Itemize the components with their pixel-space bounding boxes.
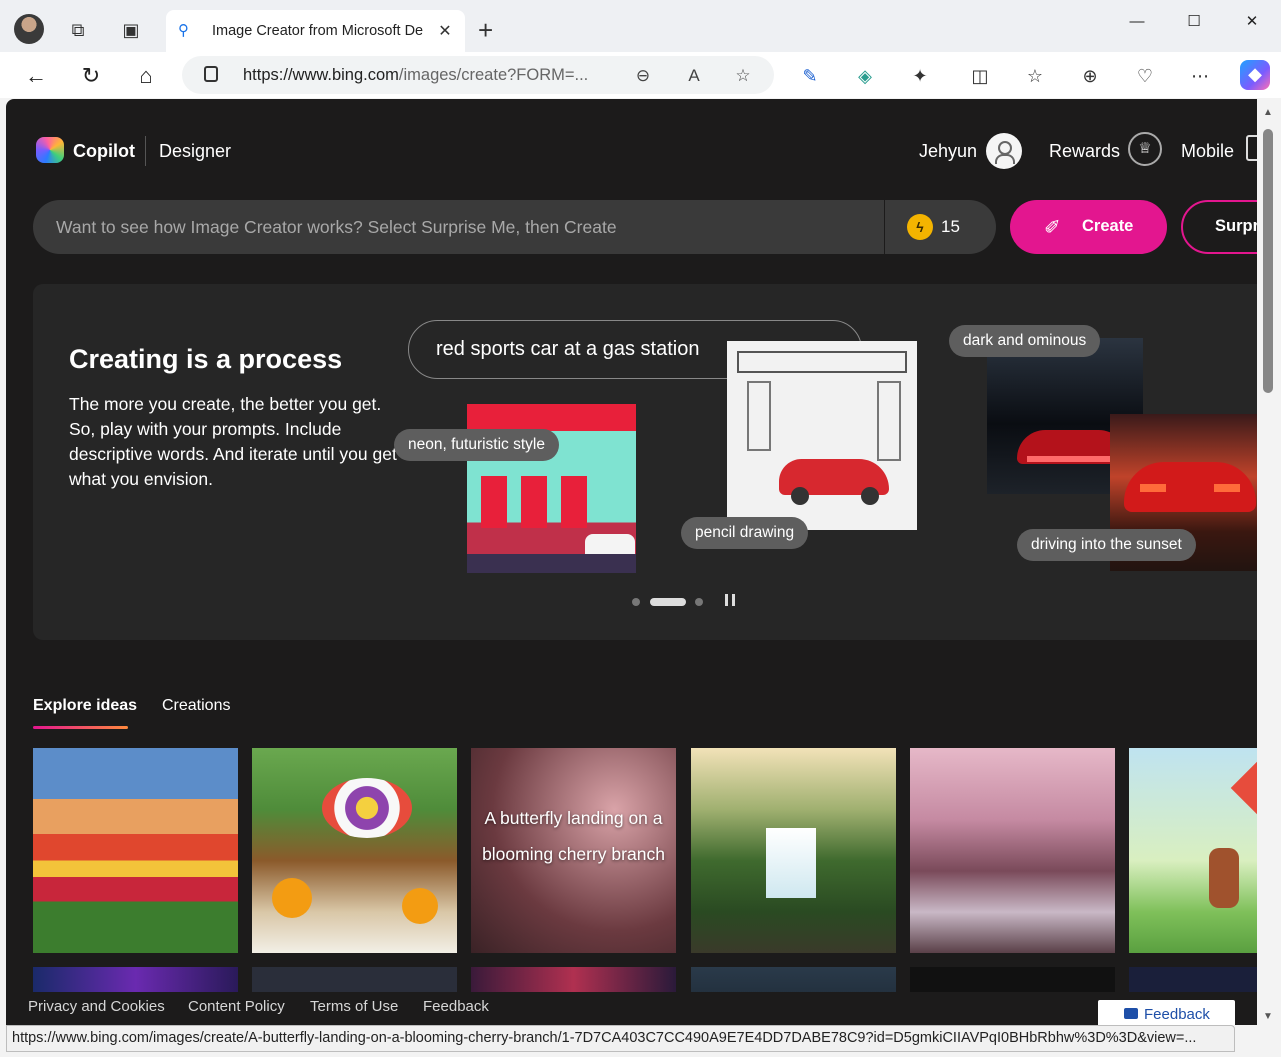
brand-divider bbox=[145, 136, 146, 166]
browser-essentials-icon[interactable]: ♡ bbox=[1131, 62, 1159, 90]
tab-explore-ideas[interactable]: Explore ideas bbox=[33, 697, 137, 715]
active-tab-underline bbox=[33, 726, 128, 729]
surprise-me-button[interactable]: Surprise Me bbox=[1181, 200, 1257, 254]
url-text[interactable]: https://www.bing.com/images/create?FORM=… bbox=[243, 66, 588, 85]
home-icon[interactable]: ⌂ bbox=[130, 60, 162, 92]
collections-icon[interactable]: ⊕ bbox=[1076, 62, 1104, 90]
refresh-icon[interactable]: ↻ bbox=[75, 60, 107, 92]
profile-avatar[interactable] bbox=[14, 14, 44, 44]
product-name[interactable]: Designer bbox=[159, 141, 231, 162]
tab-title: Image Creator from Microsoft De bbox=[212, 23, 424, 39]
address-toolbar: ← ↻ ⌂ https://www.bing.com/images/create… bbox=[0, 52, 1281, 98]
terms-link[interactable]: Terms of Use bbox=[310, 998, 398, 1015]
prompt-divider bbox=[884, 200, 885, 254]
tile-caption: A butterfly landing on a blooming cherry… bbox=[482, 808, 665, 864]
favorite-star-icon[interactable]: ☆ bbox=[732, 65, 754, 87]
extension-ball-icon[interactable]: ◈ bbox=[851, 62, 879, 90]
content-policy-link[interactable]: Content Policy bbox=[188, 998, 285, 1015]
image-tile-butterfly[interactable]: A butterfly landing on a blooming cherry… bbox=[471, 748, 676, 953]
hero-description: The more you create, the better you get.… bbox=[69, 394, 397, 489]
more-menu-icon[interactable]: ⋯ bbox=[1186, 62, 1214, 90]
extensions-icon[interactable]: ✦ bbox=[906, 62, 934, 90]
create-brush-icon: ✐ bbox=[1044, 217, 1061, 239]
zoom-icon[interactable]: ⊖ bbox=[632, 65, 654, 87]
tag-pencil: pencil drawing bbox=[681, 517, 809, 549]
mobile-phone-icon[interactable] bbox=[1246, 135, 1257, 161]
tag-dark: dark and ominous bbox=[949, 325, 1101, 357]
boost-count[interactable]: 15 bbox=[941, 217, 960, 237]
tab-strip: ⧉ ▣ ⚲ Image Creator from Microsoft De ✕ … bbox=[0, 0, 1281, 52]
tab-creations[interactable]: Creations bbox=[162, 697, 230, 715]
pencil-drawing-image bbox=[727, 341, 917, 530]
create-button[interactable]: ✐ Create bbox=[1010, 200, 1167, 254]
search-icon: ⚲ bbox=[178, 22, 189, 39]
tab-actions-icon[interactable]: ▣ bbox=[117, 16, 145, 44]
address-bar[interactable]: https://www.bing.com/images/create?FORM=… bbox=[182, 56, 774, 94]
page-viewport: Copilot Designer Jehyun Rewards ♕ Mobile… bbox=[6, 99, 1257, 1025]
active-tab[interactable]: ⚲ Image Creator from Microsoft De ✕ bbox=[166, 10, 465, 52]
favorites-icon[interactable]: ☆ bbox=[1021, 62, 1049, 90]
hero-carousel: Creating is a process The more you creat… bbox=[33, 284, 1257, 640]
minimize-icon[interactable]: — bbox=[1122, 10, 1152, 34]
tag-neon: neon, futuristic style bbox=[394, 429, 559, 461]
workspaces-icon[interactable]: ⧉ bbox=[64, 16, 92, 44]
back-icon[interactable]: ← bbox=[20, 60, 52, 92]
image-tile[interactable] bbox=[1129, 748, 1257, 953]
carousel-dot[interactable] bbox=[695, 598, 703, 606]
carousel-dot[interactable] bbox=[632, 598, 640, 606]
status-url: https://www.bing.com/images/create/A-but… bbox=[12, 1030, 1197, 1046]
status-bar: https://www.bing.com/images/create/A-but… bbox=[6, 1025, 1235, 1052]
scroll-down-icon[interactable]: ▼ bbox=[1263, 1011, 1273, 1022]
copilot-logo-icon[interactable] bbox=[36, 137, 64, 163]
page-scrollbar[interactable]: ▲ ▼ bbox=[1257, 99, 1281, 1025]
image-tile[interactable] bbox=[910, 748, 1115, 953]
prompt-input[interactable] bbox=[33, 200, 883, 254]
lock-icon[interactable] bbox=[204, 66, 218, 82]
new-tab-icon[interactable]: + bbox=[478, 16, 493, 44]
image-tile[interactable] bbox=[33, 748, 238, 953]
scroll-up-icon[interactable]: ▲ bbox=[1263, 107, 1273, 118]
user-name[interactable]: Jehyun bbox=[919, 141, 977, 162]
image-tile[interactable] bbox=[691, 748, 896, 953]
copilot-icon[interactable]: ◆ bbox=[1240, 60, 1270, 90]
prompt-box: ϟ 15 bbox=[33, 200, 996, 254]
rewards-icon[interactable]: ♕ bbox=[1128, 132, 1162, 166]
read-aloud-icon[interactable]: A bbox=[683, 65, 705, 87]
scroll-thumb[interactable] bbox=[1263, 129, 1273, 393]
mobile-link[interactable]: Mobile bbox=[1181, 141, 1234, 162]
pause-icon[interactable] bbox=[725, 594, 735, 606]
carousel-dot-active[interactable] bbox=[650, 598, 686, 606]
maximize-icon[interactable]: ☐ bbox=[1179, 10, 1209, 34]
brand-name[interactable]: Copilot bbox=[73, 141, 135, 162]
feedback-link[interactable]: Feedback bbox=[423, 998, 489, 1015]
hero-title: Creating is a process bbox=[69, 344, 343, 374]
image-tile[interactable] bbox=[252, 748, 457, 953]
close-tab-icon[interactable]: ✕ bbox=[437, 21, 453, 41]
tag-sunset: driving into the sunset bbox=[1017, 529, 1196, 561]
rewards-link[interactable]: Rewards bbox=[1049, 141, 1120, 162]
privacy-link[interactable]: Privacy and Cookies bbox=[28, 998, 165, 1015]
footer: Privacy and Cookies Content Policy Terms… bbox=[6, 992, 1257, 1025]
feedback-chat-icon bbox=[1124, 1008, 1138, 1019]
user-avatar-icon[interactable] bbox=[986, 133, 1022, 169]
close-window-icon[interactable]: ✕ bbox=[1237, 10, 1267, 34]
split-screen-icon[interactable]: ◫ bbox=[966, 62, 994, 90]
boost-lightning-icon[interactable]: ϟ bbox=[907, 214, 933, 240]
feedback-button[interactable]: Feedback bbox=[1098, 1000, 1235, 1025]
extension-pen-icon[interactable]: ✎ bbox=[796, 62, 824, 90]
